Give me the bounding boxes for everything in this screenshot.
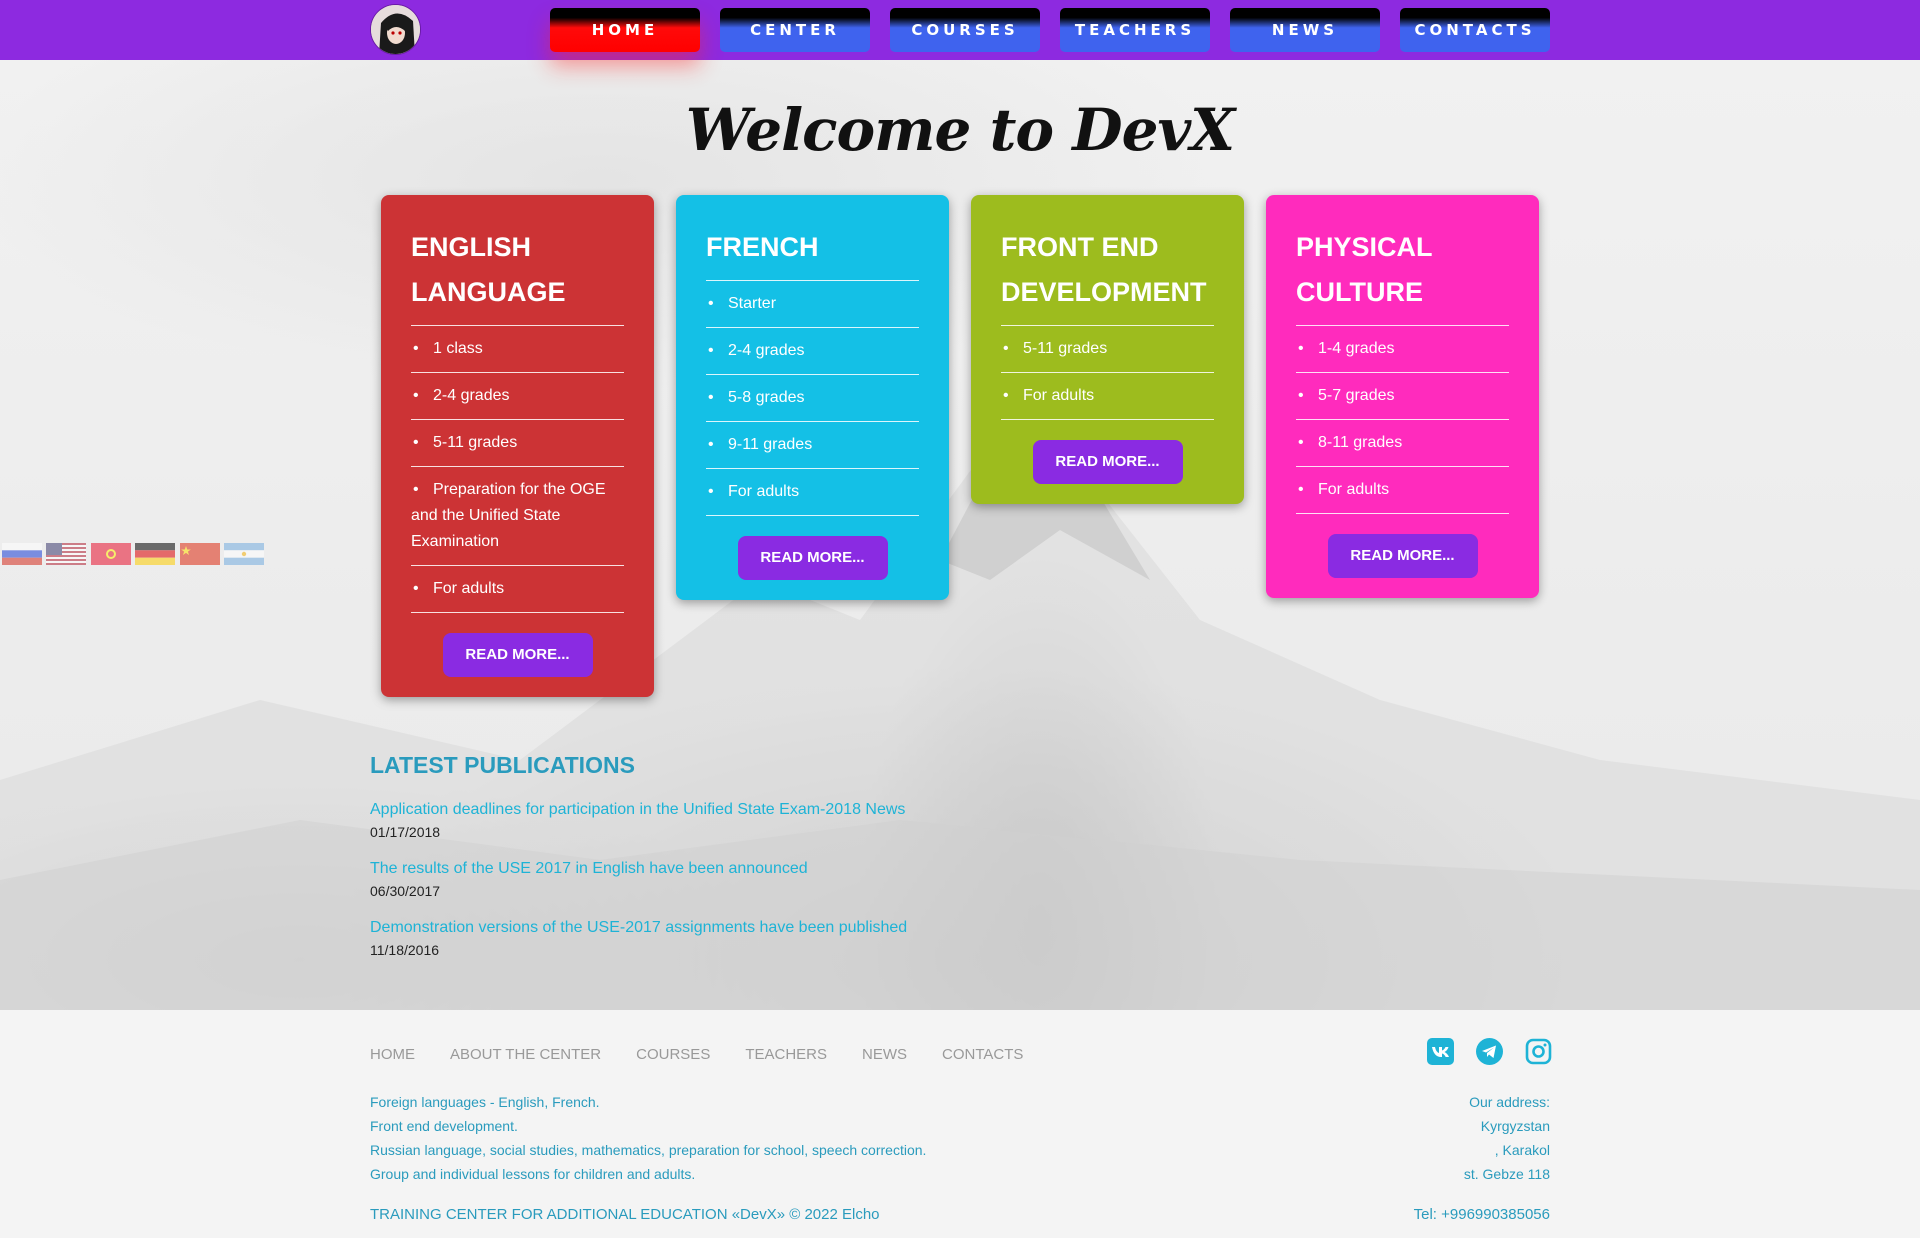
list-item: • For adults	[411, 566, 624, 613]
list-item: • 8-11 grades	[1296, 420, 1509, 467]
list-item: • 5-8 grades	[706, 375, 919, 422]
publication-date: 01/17/2018	[370, 824, 441, 840]
course-card-physical-culture: PHYSICAL CULTURE • 1-4 grades • 5-7 grades…	[1266, 195, 1539, 598]
publications-heading: LATEST PUBLICATIONS	[370, 752, 635, 778]
footer-desc-line: Russian language, social studies, mathem…	[370, 1142, 927, 1158]
list-item: • 5-7 grades	[1296, 373, 1509, 420]
card-title: FRONT END DEVELOPMENT	[1001, 232, 1207, 307]
footer-link-teachers[interactable]: TEACHERS	[745, 1046, 827, 1063]
language-flags	[2, 543, 265, 572]
latest-publications: LATEST PUBLICATIONS Application deadline…	[370, 752, 907, 976]
card-title: PHYSICAL CULTURE	[1296, 232, 1433, 307]
nav-teachers[interactable]: TEACHERS	[1060, 8, 1210, 52]
argentina-flag-icon[interactable]	[224, 543, 265, 565]
anime-avatar-icon	[371, 5, 420, 54]
list-item: • For adults	[706, 469, 919, 516]
card-list: • 5-11 grades • For adults	[1001, 325, 1214, 420]
footer-description: Foreign languages - English, French. Fro…	[370, 1090, 926, 1186]
list-item: • 1-4 grades	[1296, 326, 1509, 373]
card-title: ENGLISH LANGUAGE	[411, 232, 566, 307]
publication-date: 06/30/2017	[370, 883, 441, 899]
footer-link-about[interactable]: ABOUT THE CENTER	[450, 1046, 601, 1063]
course-card-french: FRENCH • Starter • 2-4 grades • 5-8 grades …	[676, 195, 949, 600]
address-line: Our address:	[1469, 1094, 1550, 1110]
course-card-english: ENGLISH LANGUAGE • 1 class • 2-4 grades • 5…	[381, 195, 654, 697]
footer-desc-line: Front end development.	[370, 1118, 518, 1134]
list-item: • 5-11 grades	[411, 420, 624, 467]
list-item: • 2-4 grades	[411, 373, 624, 420]
address-line: st. Gebze 118	[1463, 1166, 1550, 1182]
kyrgyzstan-flag-icon[interactable]	[90, 543, 131, 565]
footer-copyright: TRAINING CENTER FOR ADDITIONAL EDUCATION…	[370, 1206, 880, 1223]
publication-item: Demonstration versions of the USE-2017 a…	[370, 917, 907, 961]
list-item: • For adults	[1001, 373, 1214, 420]
card-list: • 1-4 grades • 5-7 grades • 8-11 grades • Fo…	[1296, 325, 1509, 514]
card-title: FRENCH	[706, 232, 819, 262]
nav-courses[interactable]: COURSES	[890, 8, 1040, 52]
read-more-button[interactable]: READ MORE...	[737, 536, 888, 580]
card-list: • Starter • 2-4 grades • 5-8 grades • 9-11 g…	[706, 280, 919, 516]
list-item: • 2-4 grades	[706, 328, 919, 375]
nav-contacts[interactable]: CONTACTS	[1400, 8, 1550, 52]
list-item: • 1 class	[411, 326, 624, 373]
footer-link-news[interactable]: NEWS	[862, 1046, 907, 1063]
course-card-front-end: FRONT END DEVELOPMENT • 5-11 grades • For …	[971, 195, 1244, 504]
footer-nav: HOME ABOUT THE CENTER COURSES TEACHERS N…	[370, 1046, 1023, 1063]
publication-link[interactable]: Application deadlines for participation …	[370, 799, 907, 821]
list-item: • 5-11 grades	[1001, 326, 1214, 373]
card-list: • 1 class • 2-4 grades • 5-11 grades • Prepa…	[411, 325, 624, 613]
footer-link-home[interactable]: HOME	[370, 1046, 415, 1063]
list-item: • Preparation for the OGE and the Unified…	[411, 467, 624, 566]
footer-link-courses[interactable]: COURSES	[636, 1046, 710, 1063]
footer-address: Our address: Kyrgyzstan , Karakol st. Ge…	[1464, 1090, 1550, 1186]
main-nav: HOME CENTER COURSES TEACHERS NEWS CONTAC…	[550, 8, 1550, 52]
footer-link-contacts[interactable]: CONTACTS	[942, 1046, 1023, 1063]
publication-item: Application deadlines for participation …	[370, 799, 907, 843]
publication-item: The results of the USE 2017 in English h…	[370, 858, 907, 902]
usa-flag-icon[interactable]	[46, 543, 87, 565]
vk-icon[interactable]	[1427, 1038, 1454, 1065]
list-item: • For adults	[1296, 467, 1509, 514]
footer-telephone: Tel: +996990385056	[1413, 1206, 1550, 1223]
russia-flag-icon[interactable]	[2, 543, 42, 565]
address-line: , Karakol	[1494, 1142, 1550, 1158]
telegram-icon[interactable]	[1476, 1038, 1503, 1065]
nav-home[interactable]: HOME	[550, 8, 700, 52]
publication-link[interactable]: Demonstration versions of the USE-2017 a…	[370, 917, 907, 939]
nav-center[interactable]: CENTER	[720, 8, 870, 52]
top-navigation-bar: HOME CENTER COURSES TEACHERS NEWS CONTAC…	[0, 0, 1920, 60]
germany-flag-icon[interactable]	[135, 543, 176, 565]
publication-link[interactable]: The results of the USE 2017 in English h…	[370, 858, 907, 880]
page-title: Welcome to DevX	[685, 96, 1235, 164]
list-item: • Starter	[706, 281, 919, 328]
read-more-button[interactable]: READ MORE...	[1032, 440, 1183, 484]
address-line: Kyrgyzstan	[1480, 1118, 1550, 1134]
background-mountain-image	[0, 60, 1920, 1010]
social-links	[1427, 1038, 1552, 1065]
read-more-button[interactable]: READ MORE...	[442, 633, 593, 677]
mountain-illustration	[0, 390, 1920, 1010]
china-flag-icon[interactable]	[179, 543, 220, 565]
site-logo-avatar[interactable]	[370, 4, 421, 55]
footer: HOME ABOUT THE CENTER COURSES TEACHERS N…	[0, 1010, 1920, 1238]
instagram-icon[interactable]	[1525, 1038, 1552, 1065]
read-more-button[interactable]: READ MORE...	[1327, 534, 1478, 578]
publication-date: 11/18/2016	[370, 942, 440, 958]
footer-desc-line: Foreign languages - English, French.	[370, 1094, 600, 1110]
nav-news[interactable]: NEWS	[1230, 8, 1380, 52]
footer-desc-line: Group and individual lessons for childre…	[370, 1166, 696, 1182]
list-item: • 9-11 grades	[706, 422, 919, 469]
